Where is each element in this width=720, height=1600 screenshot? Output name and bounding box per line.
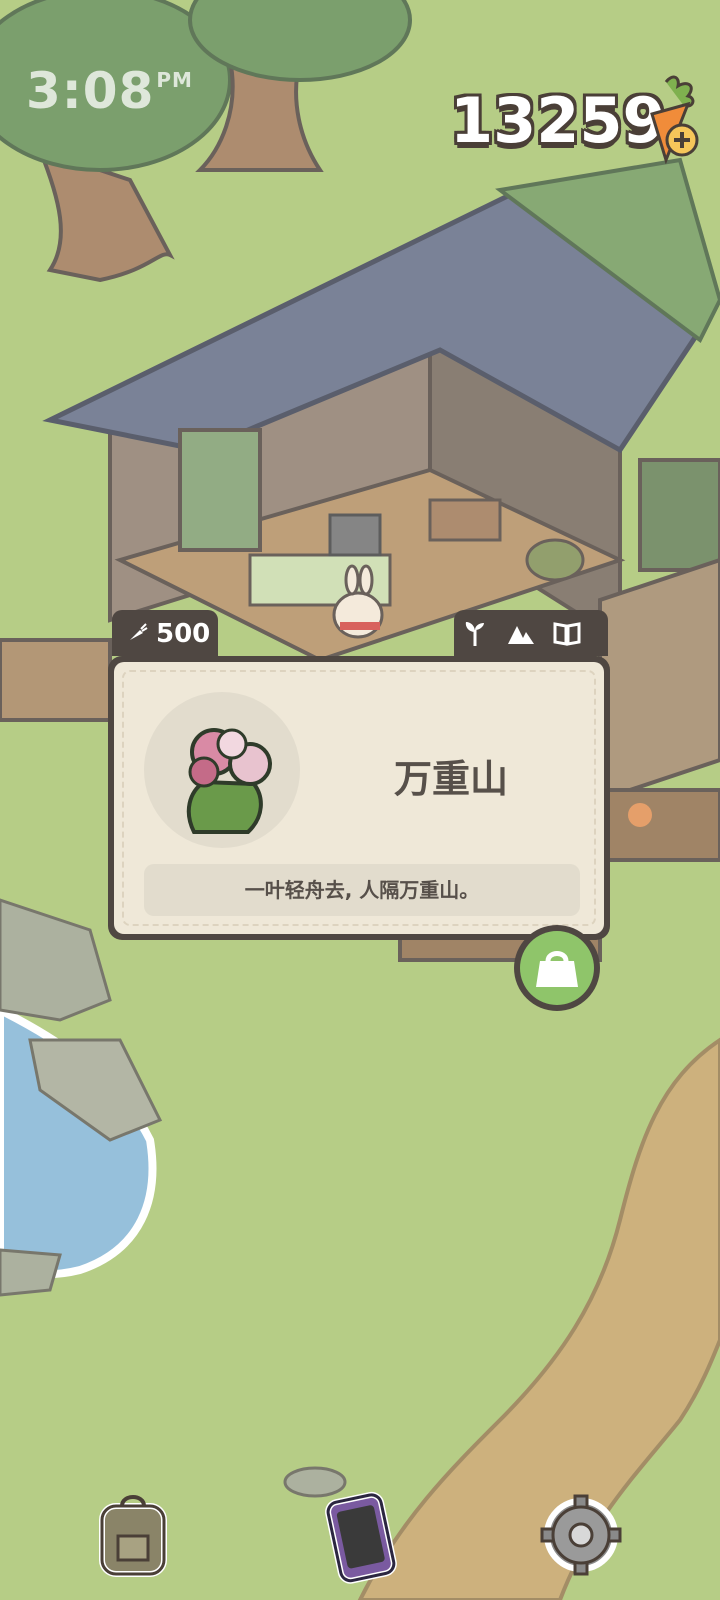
clock-time: 3:08: [26, 62, 155, 120]
item-detail-popup: 万重山 一叶轻舟去, 人隔万重山。: [108, 656, 610, 940]
bag-icon: [536, 951, 578, 987]
item-price-tag: 500: [112, 610, 218, 656]
flower-plant-icon: [186, 728, 272, 834]
item-image-frame: [144, 692, 300, 848]
item-name: 万重山: [394, 757, 509, 801]
phone-button[interactable]: [320, 1490, 400, 1586]
clock-ampm: PM: [156, 68, 193, 92]
phone-icon: [325, 1491, 397, 1584]
book-icon[interactable]: [552, 618, 582, 648]
mountain-icon[interactable]: [506, 618, 536, 648]
item-price: 500: [156, 619, 211, 649]
settings-button[interactable]: [538, 1490, 624, 1580]
gear-icon: [540, 1494, 622, 1576]
status-clock: 3:08 PM: [26, 62, 193, 120]
shop-bag-button[interactable]: [514, 925, 600, 1011]
item-description: 一叶轻舟去, 人隔万重山。: [144, 864, 580, 916]
sprout-icon[interactable]: [460, 618, 490, 648]
carrot-count: 13259: [450, 84, 666, 157]
carrot-plus-icon[interactable]: [636, 74, 706, 165]
backpack-button[interactable]: [94, 1490, 172, 1580]
item-category-tabs: [454, 610, 608, 656]
carrot-icon: [130, 623, 148, 640]
backpack-icon: [99, 1495, 167, 1577]
